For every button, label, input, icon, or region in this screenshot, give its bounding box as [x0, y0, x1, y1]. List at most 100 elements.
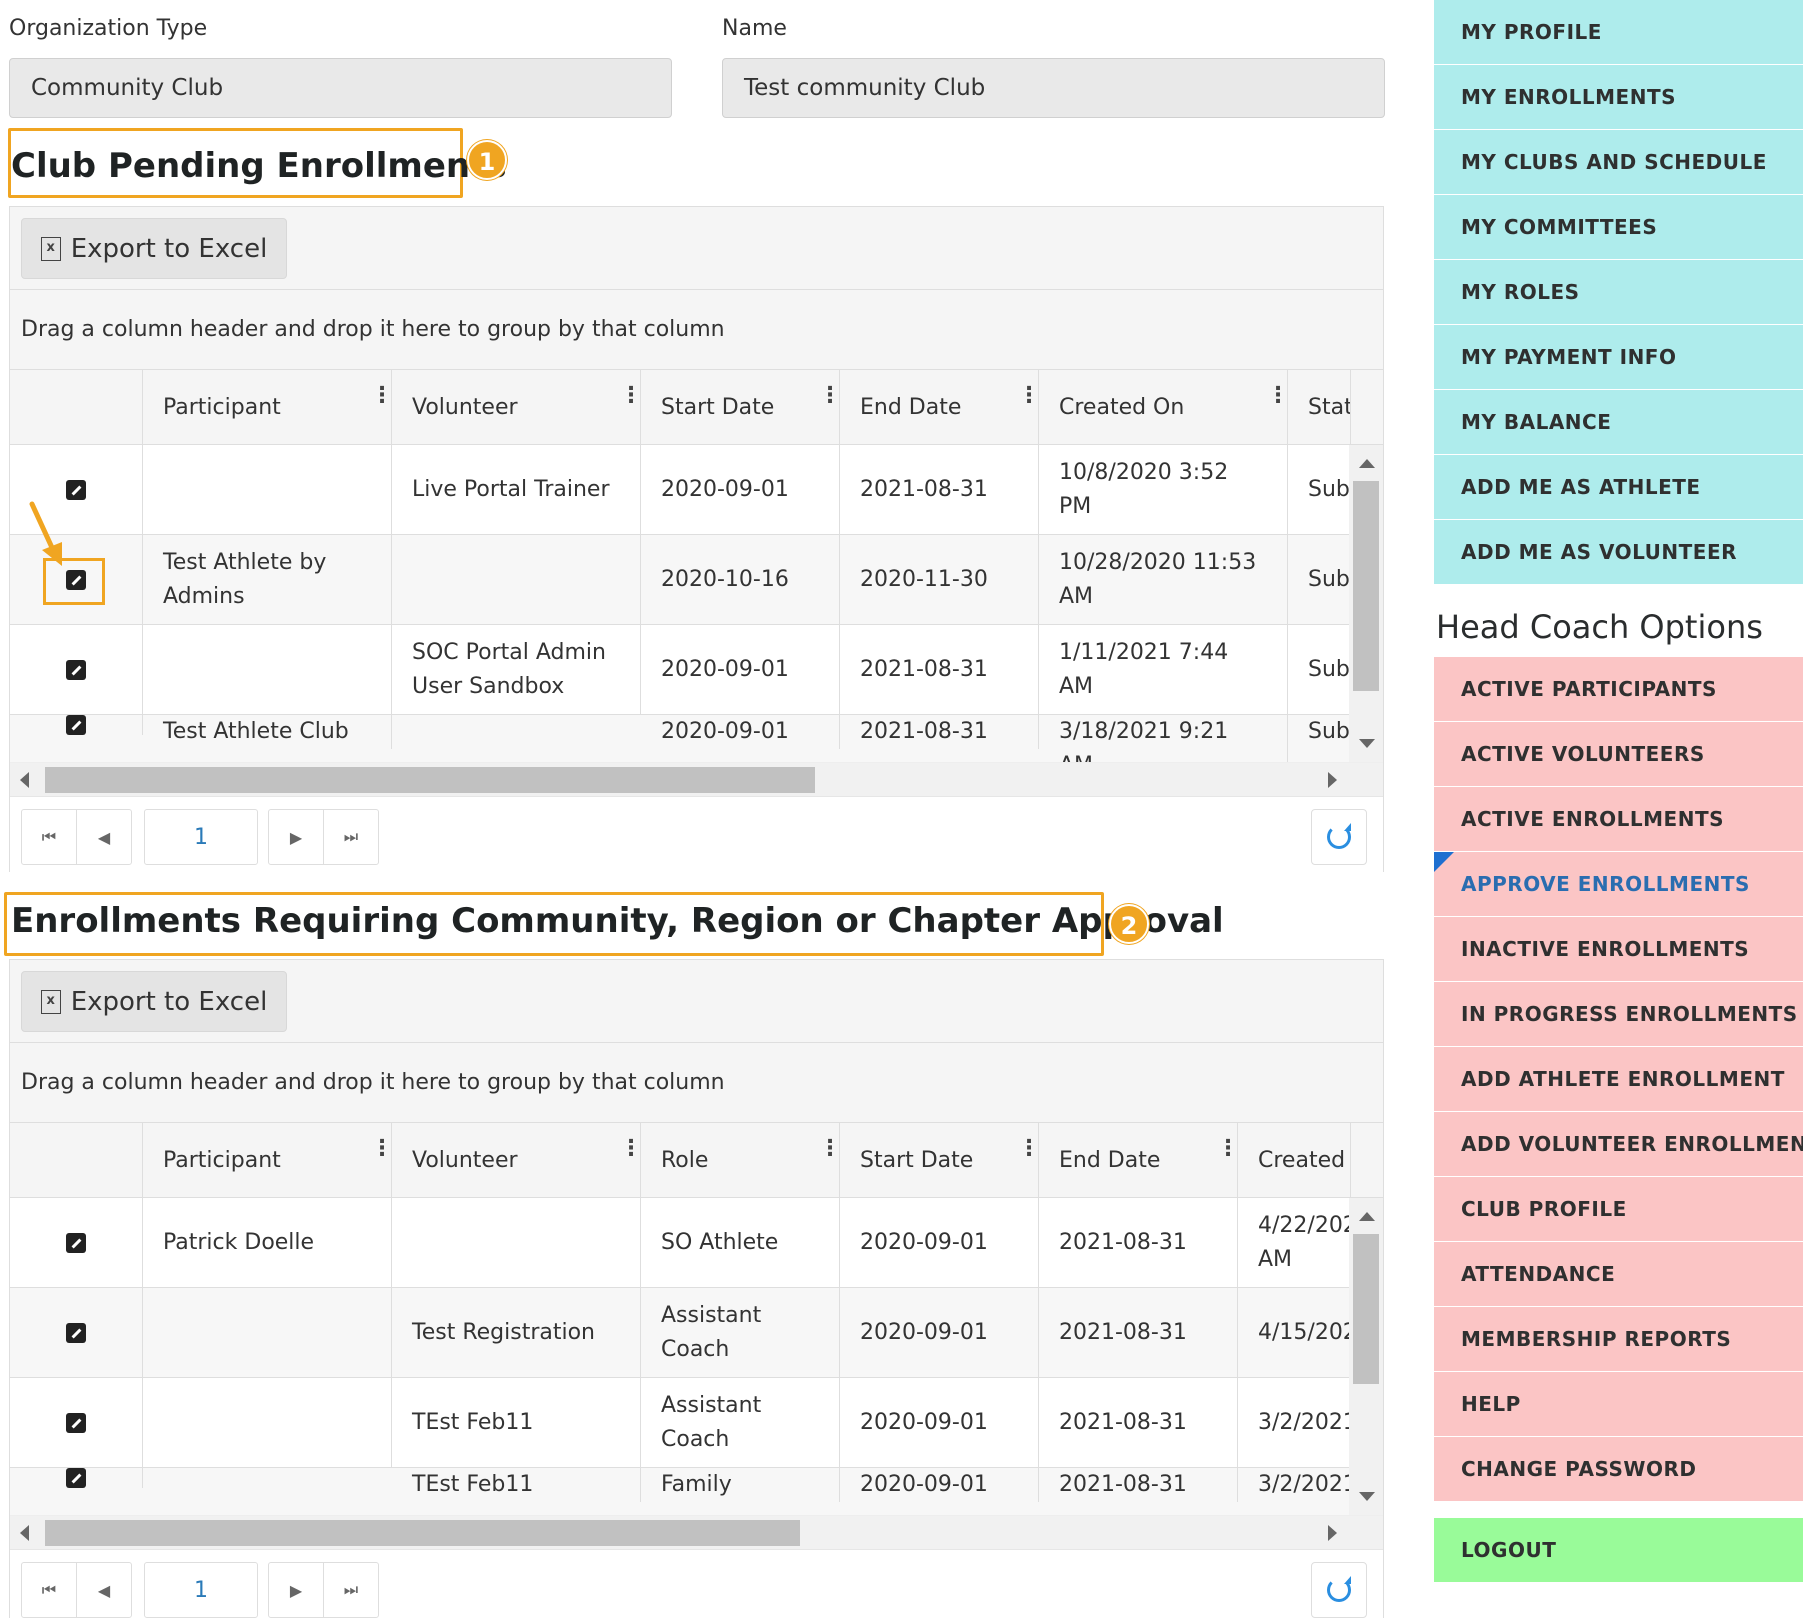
sidebar-item-change-password[interactable]: CHANGE PASSWORD — [1434, 1437, 1803, 1502]
column-menu-icon[interactable]: ⋮ — [1217, 1138, 1239, 1160]
current-page[interactable]: 1 — [144, 1562, 258, 1618]
edit-icon[interactable] — [66, 1232, 86, 1253]
sidebar-item-my-clubs-schedule[interactable]: MY CLUBS AND SCHEDULE — [1434, 130, 1803, 195]
column-menu-icon[interactable]: ⋮ — [819, 1138, 841, 1160]
sidebar-item-active-participants[interactable]: ACTIVE PARTICIPANTS — [1434, 657, 1803, 722]
sidebar-item-my-payment-info[interactable]: MY PAYMENT INFO — [1434, 325, 1803, 390]
scroll-up-icon[interactable] — [1359, 1212, 1375, 1221]
col-participant[interactable]: Participant ⋮ — [143, 1123, 393, 1197]
col-role[interactable]: Role ⋮ — [641, 1123, 841, 1197]
horizontal-scrollbar[interactable] — [10, 1515, 1383, 1549]
cell-start-date: 2020-09-01 — [840, 1468, 1039, 1502]
scroll-thumb[interactable] — [1353, 481, 1379, 691]
org-type-field[interactable]: Community Club — [9, 58, 672, 118]
sidebar-item-active-volunteers[interactable]: ACTIVE VOLUNTEERS — [1434, 722, 1803, 787]
sidebar-item-my-committees[interactable]: MY COMMITTEES — [1434, 195, 1803, 260]
edit-icon[interactable] — [66, 659, 86, 680]
scroll-right-icon[interactable] — [1328, 772, 1337, 788]
scroll-up-icon[interactable] — [1359, 459, 1375, 468]
column-menu-icon[interactable]: ⋮ — [620, 385, 642, 407]
edit-cell — [10, 1378, 143, 1467]
cell-created: 4/22/202 AM — [1238, 1198, 1349, 1287]
scroll-thumb[interactable] — [1353, 1234, 1379, 1384]
col-created[interactable]: Created — [1238, 1123, 1351, 1197]
scroll-thumb[interactable] — [45, 767, 815, 793]
sidebar-item-logout[interactable]: LOGOUT — [1434, 1518, 1803, 1583]
scroll-down-icon[interactable] — [1359, 1492, 1375, 1501]
cell-created-on: 10/8/2020 3:52 PM — [1039, 445, 1288, 534]
export-excel-button[interactable]: x Export to Excel — [21, 971, 287, 1032]
edit-cell — [10, 625, 143, 714]
column-menu-icon[interactable]: ⋮ — [371, 385, 393, 407]
cell-end-date: 2021-08-31 — [1039, 1288, 1238, 1377]
cell-start-date: 2020-09-01 — [840, 1288, 1039, 1377]
edit-icon[interactable] — [66, 1468, 86, 1488]
prev-page-button[interactable]: ◀ — [76, 809, 132, 865]
first-page-button[interactable]: ⏮ — [21, 809, 77, 865]
column-menu-icon[interactable]: ⋮ — [1018, 1138, 1040, 1160]
table-row: TEst Feb11 Assistant Coach 2020-09-01 20… — [10, 1378, 1349, 1468]
sidebar-item-my-profile[interactable]: MY PROFILE — [1434, 0, 1803, 65]
first-page-button[interactable]: ⏮ — [21, 1562, 77, 1618]
sidebar-item-add-athlete-enrollment[interactable]: ADD ATHLETE ENROLLMENT — [1434, 1047, 1803, 1112]
sidebar-item-my-balance[interactable]: MY BALANCE — [1434, 390, 1803, 455]
col-start-date[interactable]: Start Date ⋮ — [840, 1123, 1040, 1197]
refresh-button[interactable] — [1311, 1562, 1367, 1618]
column-menu-icon[interactable]: ⋮ — [819, 385, 841, 407]
sidebar-item-add-volunteer-enrollment[interactable]: ADD VOLUNTEER ENROLLMENT — [1434, 1112, 1803, 1177]
edit-icon[interactable] — [66, 1322, 86, 1343]
excel-file-icon: x — [40, 236, 61, 261]
vertical-scrollbar[interactable] — [1349, 445, 1383, 762]
sidebar-item-help[interactable]: HELP — [1434, 1372, 1803, 1437]
export-excel-button[interactable]: x Export to Excel — [21, 218, 287, 279]
current-page[interactable]: 1 — [144, 809, 258, 865]
scroll-down-icon[interactable] — [1359, 739, 1375, 748]
cell-start-date: 2020-09-01 — [641, 715, 840, 749]
refresh-button[interactable] — [1311, 809, 1367, 865]
col-volunteer[interactable]: Volunteer ⋮ — [392, 370, 642, 444]
column-menu-icon[interactable]: ⋮ — [1018, 385, 1040, 407]
cell-end-date: 2021-08-31 — [1039, 1198, 1238, 1287]
col-end-date[interactable]: End Date ⋮ — [1039, 1123, 1239, 1197]
sidebar-item-my-roles[interactable]: MY ROLES — [1434, 260, 1803, 325]
horizontal-scrollbar[interactable] — [10, 762, 1383, 796]
name-field[interactable]: Test community Club — [722, 58, 1385, 118]
vertical-scrollbar[interactable] — [1349, 1198, 1383, 1515]
col-volunteer[interactable]: Volunteer ⋮ — [392, 1123, 642, 1197]
prev-page-button[interactable]: ◀ — [76, 1562, 132, 1618]
sidebar-item-my-enrollments[interactable]: MY ENROLLMENTS — [1434, 65, 1803, 130]
sidebar-item-approve-enrollments[interactable]: APPROVE ENROLLMENTS — [1434, 852, 1803, 917]
column-menu-icon[interactable]: ⋮ — [1267, 385, 1289, 407]
sidebar-item-add-me-volunteer[interactable]: ADD ME AS VOLUNTEER — [1434, 520, 1803, 585]
column-menu-icon[interactable]: ⋮ — [620, 1138, 642, 1160]
column-menu-icon[interactable]: ⋮ — [371, 1138, 393, 1160]
sidebar-item-membership-reports[interactable]: MEMBERSHIP REPORTS — [1434, 1307, 1803, 1372]
scroll-right-icon[interactable] — [1328, 1525, 1337, 1541]
col-status[interactable]: Stat — [1288, 370, 1351, 444]
sidebar-item-club-profile[interactable]: CLUB PROFILE — [1434, 1177, 1803, 1242]
group-by-drop-area[interactable]: Drag a column header and drop it here to… — [10, 290, 1383, 370]
col-created-on[interactable]: Created On ⋮ — [1039, 370, 1289, 444]
next-page-button[interactable]: ▶ — [268, 1562, 324, 1618]
sidebar-item-inactive-enrollments[interactable]: INACTIVE ENROLLMENTS — [1434, 917, 1803, 982]
col-end-date[interactable]: End Date ⋮ — [840, 370, 1040, 444]
excel-file-icon: x — [40, 989, 61, 1014]
edit-icon[interactable] — [66, 715, 86, 735]
edit-icon[interactable] — [66, 1412, 86, 1433]
group-by-drop-area[interactable]: Drag a column header and drop it here to… — [10, 1043, 1383, 1123]
sidebar-item-active-enrollments[interactable]: ACTIVE ENROLLMENTS — [1434, 787, 1803, 852]
last-page-button[interactable]: ⏭ — [323, 809, 379, 865]
scroll-thumb[interactable] — [45, 1520, 800, 1546]
sidebar-item-add-me-athlete[interactable]: ADD ME AS ATHLETE — [1434, 455, 1803, 520]
sidebar-item-in-progress-enrollments[interactable]: IN PROGRESS ENROLLMENTS — [1434, 982, 1803, 1047]
sidebar-item-attendance[interactable]: ATTENDANCE — [1434, 1242, 1803, 1307]
col-participant[interactable]: Participant ⋮ — [143, 370, 393, 444]
next-page-button[interactable]: ▶ — [268, 809, 324, 865]
col-start-date[interactable]: Start Date ⋮ — [641, 370, 841, 444]
last-page-button[interactable]: ⏭ — [323, 1562, 379, 1618]
table-row: Test Registration Assistant Coach 2020-0… — [10, 1288, 1349, 1378]
scroll-left-icon[interactable] — [20, 772, 29, 788]
scroll-left-icon[interactable] — [20, 1525, 29, 1541]
edit-icon[interactable] — [66, 479, 86, 500]
